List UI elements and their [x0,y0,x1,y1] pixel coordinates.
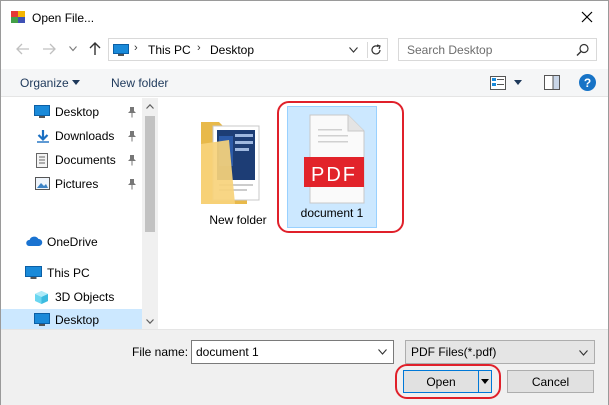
chevron-down-icon [69,46,77,52]
nav-item-desktop-selected[interactable]: Desktop [1,309,142,331]
nav-scrollbar[interactable] [142,98,158,329]
file-type-select[interactable]: PDF Files(*.pdf) [405,340,595,364]
download-arrow-icon [36,129,52,143]
close-icon [581,11,593,23]
pin-icon[interactable] [127,178,137,190]
help-button[interactable]: ? [579,74,596,91]
app-icon [10,9,26,25]
nav-label: OneDrive [47,235,98,249]
chevron-down-icon [348,47,358,53]
arrow-up-icon [89,42,101,55]
cancel-button[interactable]: Cancel [507,370,594,393]
nav-label: Pictures [55,177,99,191]
chevron-up-icon [146,103,154,109]
address-row: › This PC › Desktop Search Desktop [1,37,608,63]
back-button[interactable] [15,41,31,57]
title-bar: Open File... [1,1,608,33]
folder-icon [197,116,263,209]
documents-icon [36,153,52,168]
nav-item-pictures[interactable]: Pictures [1,173,142,195]
cancel-label: Cancel [531,375,570,389]
pictures-icon [35,177,51,191]
file-name-input[interactable] [191,340,394,364]
bottom-bar: File name: PDF Files(*.pdf) Open Cancel [1,329,608,405]
highlight-ring [395,364,501,399]
nav-item-onedrive[interactable]: OneDrive [1,231,142,253]
scroll-down-button[interactable] [142,313,158,329]
file-name-label: New folder [209,213,267,227]
computer-icon [25,266,42,280]
recent-locations-button[interactable] [65,41,81,57]
open-file-dialog: Open File... › This PC › Desktop Search … [0,0,609,405]
chevron-down-icon [577,347,589,359]
navigation-pane: Desktop Downloads Documents Pictures One… [1,98,158,331]
search-box[interactable]: Search Desktop [398,38,597,61]
computer-icon [113,44,129,56]
nav-label: Desktop [55,313,100,327]
preview-pane-button[interactable] [544,75,560,90]
file-list: New folder PDF document 1 [159,98,608,329]
file-name-label: File name: [132,345,189,359]
preview-pane-icon [544,75,560,90]
nav-item-desktop[interactable]: Desktop [1,101,142,123]
organize-button[interactable]: Organize [20,76,69,90]
search-icon [576,43,590,57]
view-icon [490,76,506,90]
breadcrumb-separator: › [134,42,138,54]
scroll-thumb[interactable] [145,116,155,232]
desktop-icon [34,313,50,327]
file-item-new-folder[interactable]: New folder [193,106,283,228]
address-bar[interactable]: › This PC › Desktop [108,38,388,61]
forward-button[interactable] [41,41,57,57]
nav-label: Documents [55,153,116,167]
highlight-ring [277,101,404,233]
cloud-icon [25,235,43,249]
nav-label: This PC [47,266,90,280]
refresh-icon [370,44,381,55]
nav-label: Desktop [55,105,100,119]
breadcrumb-this-pc[interactable]: This PC [148,43,191,57]
desktop-icon [34,105,50,119]
caret-down-icon[interactable] [514,80,522,85]
breadcrumb-separator: › [197,42,201,54]
breadcrumb-desktop[interactable]: Desktop [210,43,254,57]
address-dropdown-button[interactable] [345,43,361,57]
new-folder-button[interactable]: New folder [111,76,168,90]
pin-icon[interactable] [127,130,137,142]
nav-label: 3D Objects [55,290,115,304]
caret-down-icon [72,80,80,85]
cube-icon [34,290,50,304]
chevron-down-icon [146,318,154,324]
file-type-value: PDF Files(*.pdf) [411,345,497,359]
pin-icon[interactable] [127,154,137,166]
arrow-left-icon [16,43,29,55]
arrow-right-icon [43,43,56,55]
nav-item-this-pc[interactable]: This PC [1,262,142,284]
refresh-button[interactable] [367,42,383,58]
command-bar: Organize New folder ? [1,69,608,97]
nav-item-documents[interactable]: Documents [1,149,142,171]
nav-label: Downloads [55,129,115,143]
close-button[interactable] [576,7,598,27]
nav-item-downloads[interactable]: Downloads [1,125,142,147]
pin-icon[interactable] [127,106,137,118]
up-button[interactable] [87,41,103,57]
window-title: Open File... [32,11,95,25]
search-input[interactable]: Search Desktop [407,43,492,57]
nav-item-3d-objects[interactable]: 3D Objects [1,286,142,308]
change-view-button[interactable] [490,76,506,90]
scroll-up-button[interactable] [142,98,158,114]
